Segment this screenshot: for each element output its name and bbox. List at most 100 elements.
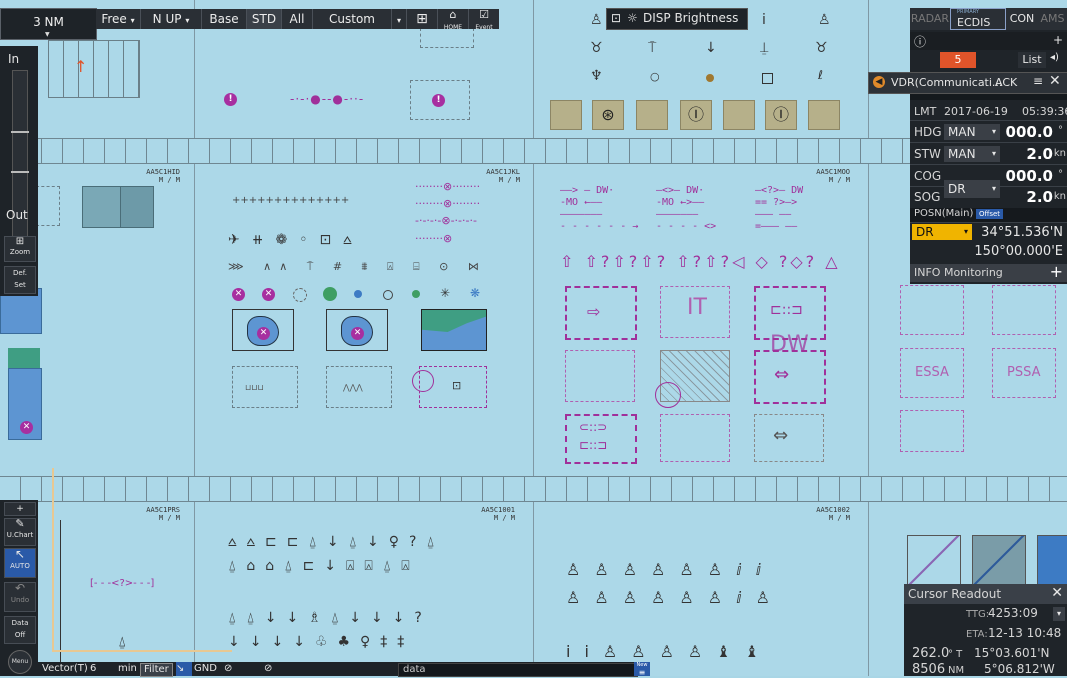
menu-button[interactable]: Menu bbox=[8, 650, 32, 674]
tab-con[interactable]: CON bbox=[1006, 8, 1038, 30]
tile-id: AA5C1JKL M / M bbox=[486, 168, 520, 184]
symbol-row: ⍙⌂⌂⍙⊏↓⍓⍓⍙⍓ bbox=[228, 558, 420, 574]
circle-symbol bbox=[323, 287, 337, 301]
uchart-button[interactable]: ✎ U.Chart bbox=[4, 518, 36, 546]
chart-icon-button[interactable]: ⊞ bbox=[407, 9, 438, 29]
gnd-arrow-icon: ↘ bbox=[176, 662, 192, 676]
symbol-row: ↓↓↓↓♧♣♀‡‡ bbox=[228, 634, 415, 650]
event-button[interactable]: ☑ Event bbox=[469, 8, 499, 31]
info-monitoring-bar[interactable]: INFO Monitoring + bbox=[910, 262, 1067, 282]
gnd-label[interactable]: GND bbox=[194, 662, 217, 676]
base-label: Base bbox=[209, 12, 239, 26]
tab-ecdis[interactable]: PRIMARY ECDIS bbox=[950, 8, 1006, 30]
buoy-icon: ♉ bbox=[590, 40, 603, 56]
range-selector[interactable]: 3 NM ▼ bbox=[0, 8, 97, 40]
zoom-out-button[interactable]: Out bbox=[6, 208, 28, 222]
tab-ams[interactable]: AMS bbox=[1038, 8, 1067, 30]
data-off-button[interactable]: Data Off bbox=[4, 616, 36, 644]
plus-icon[interactable]: + bbox=[1050, 262, 1063, 281]
off-label: Off bbox=[14, 631, 26, 639]
stw-unit: kn bbox=[1053, 148, 1066, 159]
free-label: Free bbox=[101, 12, 127, 26]
pssa-area: PSSA bbox=[992, 348, 1056, 398]
orientation-dropdown[interactable]: N UP ▾ bbox=[141, 9, 202, 29]
light-icon: ○ bbox=[650, 70, 660, 83]
traffic-area: ⇔ bbox=[754, 414, 824, 462]
collapse-button[interactable]: + bbox=[4, 502, 36, 516]
primary-badge: PRIMARY bbox=[957, 9, 979, 15]
info-monitoring-label: INFO Monitoring bbox=[914, 266, 1003, 279]
area-label: ESSA bbox=[915, 365, 949, 380]
alert-count[interactable]: 5 bbox=[940, 52, 976, 68]
brightness-icon: ☼ bbox=[627, 11, 638, 25]
cursor-readout-title: Cursor Readout bbox=[908, 587, 1002, 601]
tile-separator-band bbox=[0, 138, 1067, 164]
arrow-icon: ⊏::⊐ bbox=[770, 302, 803, 318]
chevron-down-icon: ▾ bbox=[991, 149, 996, 158]
distance-unit: NM bbox=[948, 665, 965, 676]
def-label: Def. bbox=[13, 269, 27, 277]
target-icon[interactable]: ⊘ bbox=[224, 662, 232, 676]
auto-button[interactable]: ↖ AUTO bbox=[4, 548, 36, 578]
top-right-panel: RADAR PRIMARY ECDIS CON AMS ⓘ + 5 List ◂… bbox=[910, 8, 1067, 74]
all-display-button[interactable]: All bbox=[282, 9, 313, 29]
zoom-slider-handle[interactable] bbox=[11, 131, 29, 133]
traffic-area: ⇔ bbox=[754, 350, 826, 404]
close-icon[interactable]: ✕ bbox=[1051, 585, 1063, 601]
custom-dropdown[interactable]: ▾ bbox=[392, 9, 407, 29]
filter-button[interactable]: Filter bbox=[140, 663, 173, 677]
tab-radar[interactable]: RADAR bbox=[910, 8, 950, 30]
tile-id: AA5C1001 M / M bbox=[481, 506, 515, 522]
info-icon[interactable]: ⓘ bbox=[914, 33, 926, 50]
heading-line bbox=[52, 650, 232, 652]
ack-button[interactable]: ACK bbox=[995, 76, 1017, 89]
offset-button[interactable]: Offset bbox=[976, 209, 1004, 219]
menu-icon[interactable]: ≡ bbox=[1033, 74, 1043, 88]
magenta-line-symbol: ········⊗ bbox=[415, 232, 453, 245]
base-display-button[interactable]: Base bbox=[202, 9, 247, 29]
buoy-icon: ⍊ bbox=[760, 40, 769, 56]
custom-display-button[interactable]: Custom bbox=[313, 9, 392, 29]
tile-border bbox=[194, 0, 195, 676]
star-symbol: ✳ bbox=[440, 286, 451, 300]
free-mode-dropdown[interactable]: Free ▾ bbox=[96, 9, 141, 29]
traffic-area: IT bbox=[660, 286, 730, 338]
zoom-button[interactable]: ⊞ Zoom bbox=[4, 236, 36, 262]
close-icon[interactable]: ✕ bbox=[1049, 73, 1061, 89]
hdg-source-dropdown[interactable]: MAN ▾ bbox=[944, 124, 1000, 140]
new-message-button[interactable]: New ≡ bbox=[634, 662, 650, 677]
route-symbols: —<>— DW· -MO ←>—— ——————— - - - - <> bbox=[656, 185, 717, 232]
target-icon[interactable]: ⊘ bbox=[264, 662, 272, 676]
vdr-alert-bar[interactable]: ◀ VDR(Communicati... ACK ≡ ✕ bbox=[868, 72, 1067, 94]
mark-icon bbox=[762, 73, 773, 84]
undo-button[interactable]: ↶ Undo bbox=[4, 582, 36, 612]
speaker-icon[interactable]: ◂) bbox=[1050, 52, 1059, 63]
plus-icon[interactable]: + bbox=[1053, 33, 1063, 47]
all-label: All bbox=[289, 12, 305, 26]
line-symbol: ⊔⊔⊔ bbox=[245, 383, 264, 392]
stw-source-dropdown[interactable]: MAN ▾ bbox=[944, 146, 1000, 162]
symbol-row: ♙♙♙♙♙♙ⅈ♙ bbox=[566, 588, 785, 607]
std-display-button[interactable]: STD bbox=[247, 9, 282, 29]
circle-symbol bbox=[293, 288, 307, 302]
essa-area: ESSA bbox=[900, 348, 964, 398]
data-field[interactable]: data bbox=[398, 663, 638, 677]
magenta-line-symbol: ········⊗········ bbox=[415, 180, 481, 193]
disp-brightness-bar[interactable]: ⊡ ☼ DISP Brightness bbox=[606, 8, 748, 30]
default-set-button[interactable]: Def. Set bbox=[4, 266, 36, 294]
event-icon: ☑ bbox=[479, 8, 489, 21]
vector-value[interactable]: 6 bbox=[90, 662, 96, 676]
undo-label: Undo bbox=[10, 596, 30, 604]
lmt-label: LMT bbox=[914, 105, 937, 118]
disp-brightness-label: DISP Brightness bbox=[643, 11, 739, 25]
alert-list-button[interactable]: List bbox=[1018, 52, 1046, 68]
tile-separator-band bbox=[0, 476, 1067, 502]
data-label: Data bbox=[11, 619, 29, 627]
orientation-label: N UP bbox=[152, 12, 182, 26]
home-button[interactable]: ⌂ HOME bbox=[438, 9, 469, 31]
posn-source-dropdown[interactable]: DR ▾ bbox=[912, 224, 972, 240]
chart-area[interactable]: AA5C1HID M / M AA5C1JKL M / M AA5C1MOO M / … bbox=[0, 0, 1067, 676]
zoom-in-button[interactable]: In bbox=[8, 52, 19, 66]
cog-value: 000.0 bbox=[1005, 167, 1053, 185]
ttg-dropdown[interactable]: ▾ bbox=[1053, 607, 1065, 621]
